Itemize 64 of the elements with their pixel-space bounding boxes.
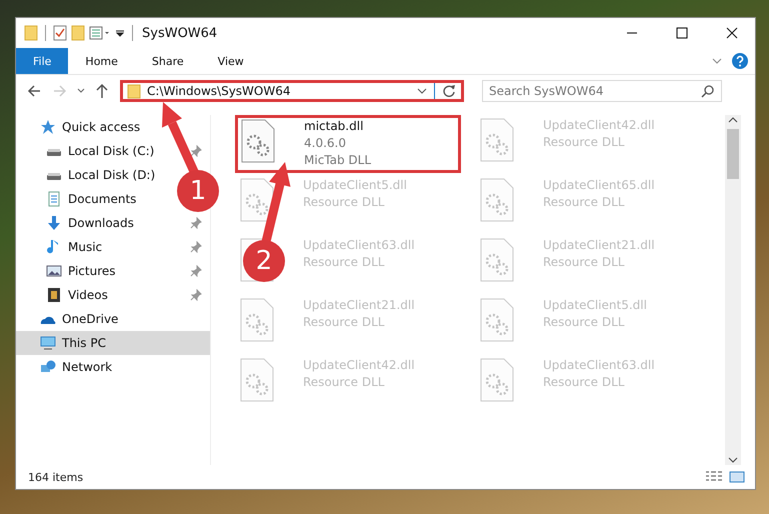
sidebar-item[interactable]: Local Disk (D:) — [44, 165, 158, 185]
thumbnail-view-icon[interactable] — [729, 470, 745, 484]
folder-icon — [24, 25, 38, 41]
ribbon-tab[interactable]: File — [16, 48, 68, 74]
folder-icon — [127, 83, 141, 99]
properties-icon[interactable] — [53, 25, 67, 41]
pin-icon[interactable] — [190, 217, 202, 229]
file-name[interactable]: mictab.dll — [304, 118, 364, 135]
sidebar-item[interactable]: Quick access — [38, 117, 142, 137]
file-detail: Resource DLL — [543, 314, 624, 331]
scroll-up-icon[interactable] — [726, 115, 740, 125]
dll-file-icon — [239, 297, 275, 343]
sidebar-item[interactable]: Pictures — [44, 261, 118, 281]
sidebar-item[interactable]: OneDrive — [38, 309, 120, 329]
sidebar-item[interactable]: Videos — [44, 285, 110, 305]
expand-ribbon-icon[interactable] — [711, 56, 723, 66]
dll-file-icon — [479, 237, 515, 283]
address-bar[interactable]: C:\Windows\SysWOW64 — [120, 80, 464, 102]
search-field[interactable]: Search SysWOW64 — [482, 80, 722, 102]
file-detail: Resource DLL — [543, 254, 624, 271]
dll-file-icon — [479, 297, 515, 343]
download-arrow-icon — [46, 215, 62, 231]
sidebar-item[interactable]: Documents — [44, 189, 138, 209]
scroll-down-icon[interactable] — [726, 455, 740, 465]
sidebar-item[interactable]: Music — [44, 237, 104, 257]
pin-icon[interactable] — [190, 241, 202, 253]
file-detail: Resource DLL — [303, 314, 384, 331]
picture-icon — [46, 263, 62, 279]
pin-icon[interactable] — [190, 289, 202, 301]
pin-icon[interactable] — [190, 145, 202, 157]
file-detail: MicTab DLL — [304, 152, 372, 169]
file-detail: Resource DLL — [303, 254, 384, 271]
monitor-icon — [40, 335, 56, 351]
address-path: C:\Windows\SysWOW64 — [147, 84, 292, 98]
file-detail: Resource DLL — [543, 194, 624, 211]
file-detail: 4.0.6.0 — [304, 135, 346, 152]
dll-file-icon — [479, 117, 515, 163]
search-icon — [701, 84, 715, 98]
dropdown-caret-icon[interactable] — [416, 86, 428, 96]
refresh-icon[interactable] — [441, 83, 457, 99]
scrollbar[interactable] — [725, 115, 741, 465]
dll-file-icon — [239, 357, 275, 403]
file-detail: Resource DLL — [543, 374, 624, 391]
network-icon — [40, 359, 56, 375]
dll-file-icon — [479, 177, 515, 223]
help-icon[interactable] — [731, 52, 749, 70]
item-count: 164 items — [28, 470, 84, 484]
file-detail: Resource DLL — [543, 134, 624, 151]
sidebar-item[interactable]: Local Disk (C:) — [44, 141, 156, 161]
document-icon — [46, 191, 62, 207]
sidebar-item[interactable]: Network — [38, 357, 114, 377]
scrollbar-thumb[interactable] — [727, 129, 739, 179]
star-icon — [40, 119, 56, 135]
pin-icon[interactable] — [190, 265, 202, 277]
file-detail: Resource DLL — [303, 374, 384, 391]
dll-file-icon — [240, 118, 276, 164]
sidebar-item[interactable]: Downloads — [44, 213, 136, 233]
film-icon — [46, 287, 62, 303]
view-options-icon[interactable] — [89, 25, 111, 41]
file-detail: Resource DLL — [303, 194, 384, 211]
window-title: SysWOW64 — [142, 26, 218, 40]
dll-file-icon — [239, 177, 275, 223]
dll-file-icon — [479, 357, 515, 403]
sidebar-item[interactable]: This PC — [38, 333, 108, 353]
